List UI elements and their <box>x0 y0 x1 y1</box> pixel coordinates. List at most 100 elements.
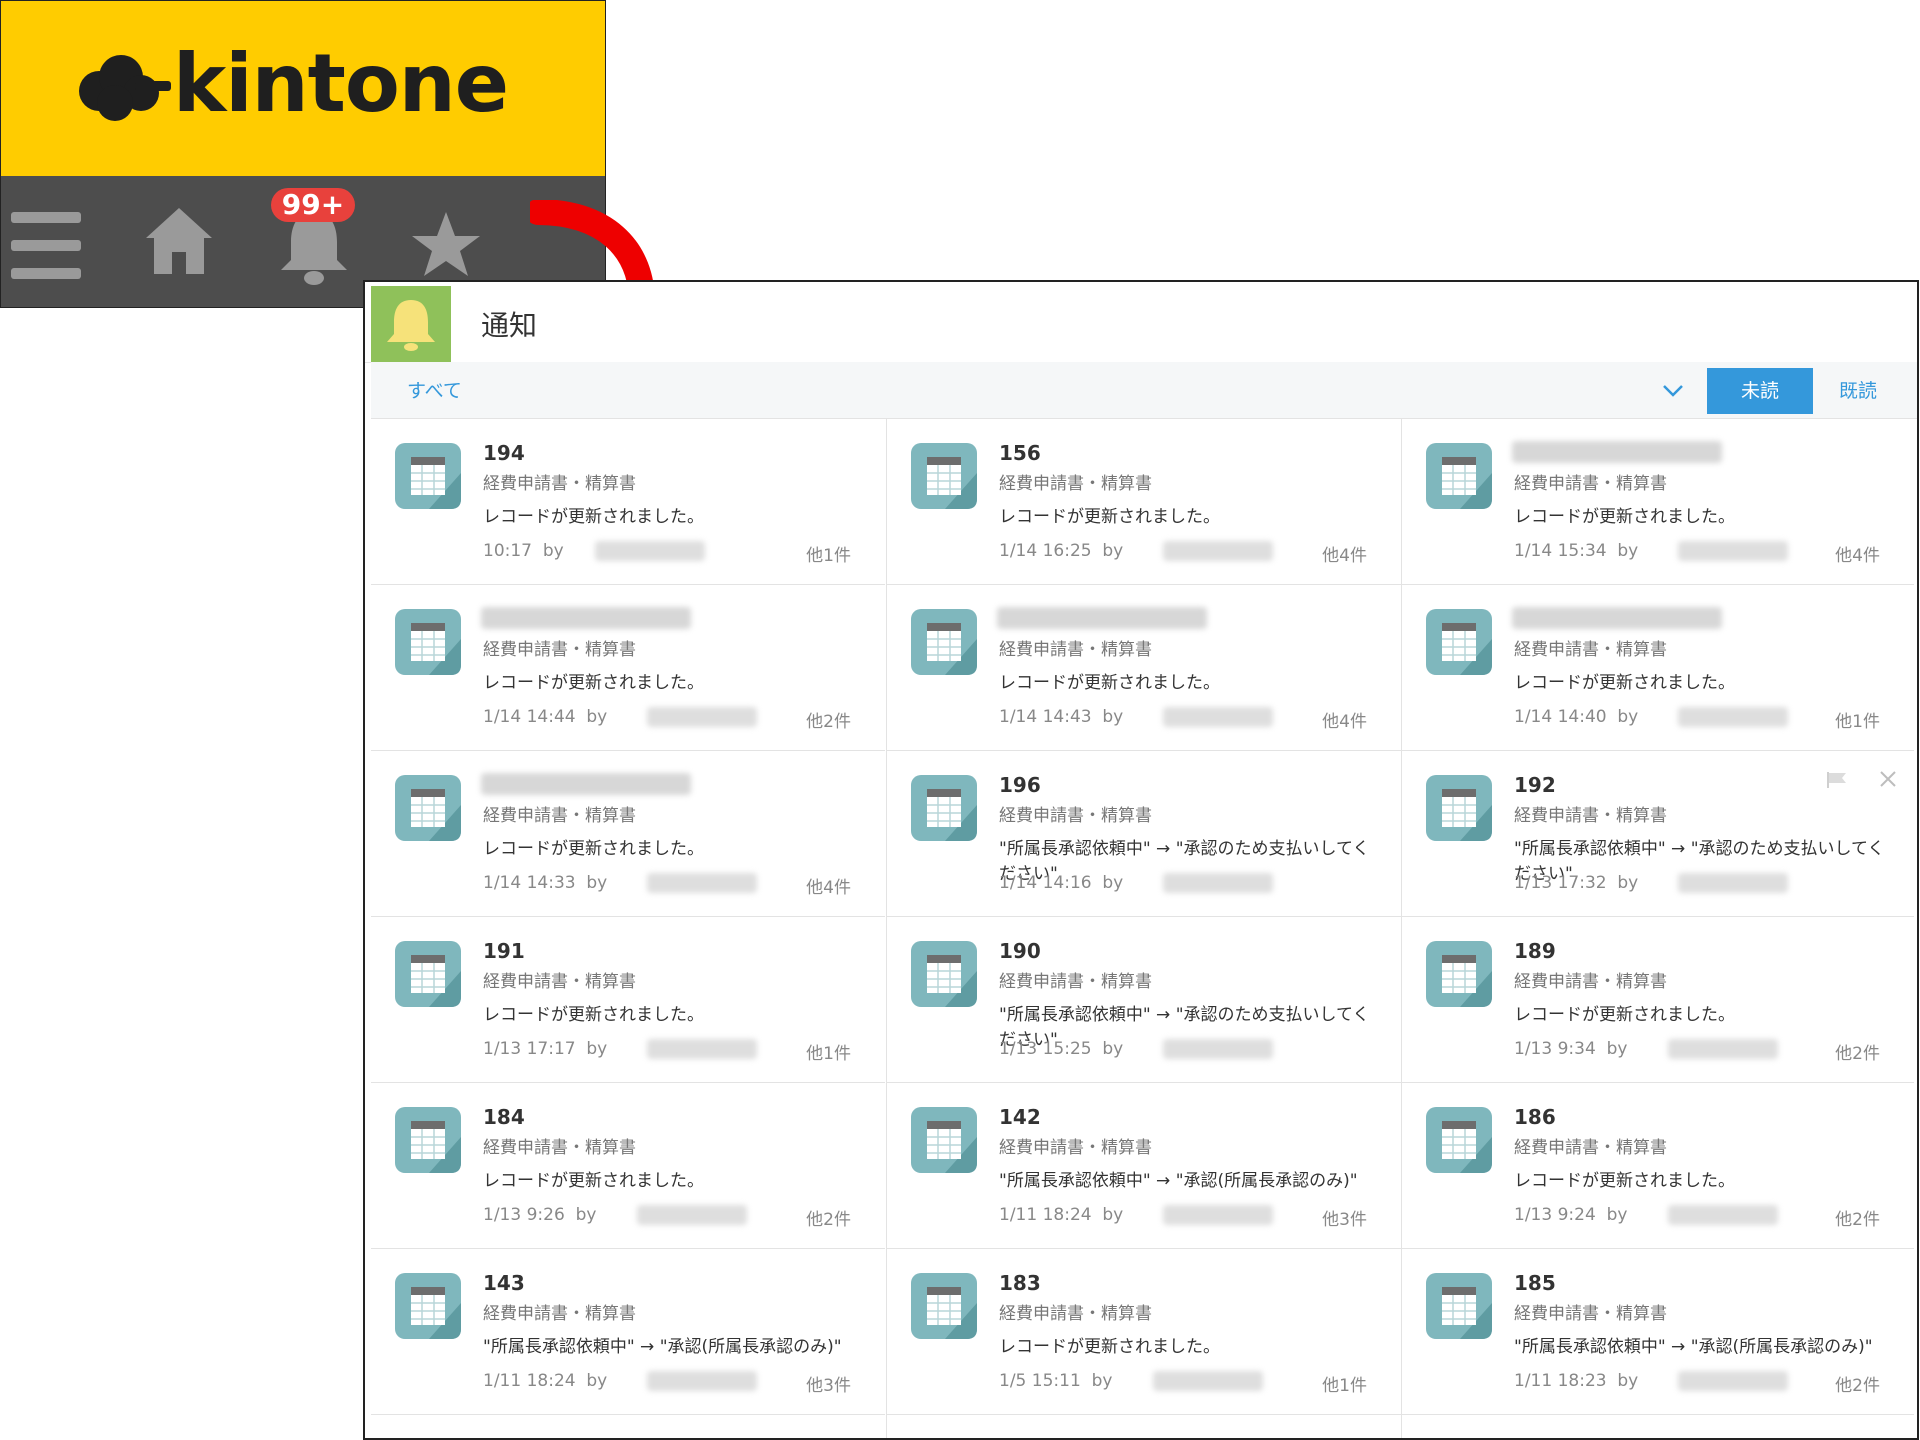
panel-header: 通知 <box>365 282 1917 363</box>
by-label: by <box>586 1039 608 1059</box>
redacted-title <box>1512 607 1722 629</box>
record-number[interactable]: 194 <box>483 441 525 465</box>
redacted-user <box>1678 1371 1788 1391</box>
logo-text: kintone <box>173 37 509 130</box>
panel-title: 通知 <box>481 309 538 342</box>
close-icon[interactable] <box>1878 769 1898 789</box>
notification-message: レコードが更新されました。 <box>483 839 704 859</box>
notification-time: 1/14 14:16 <box>999 873 1092 893</box>
notification-meta: 1/14 15:34 by <box>1514 541 1638 561</box>
notification-card[interactable]: 184 経費申請書・精算書 レコードが更新されました。 1/13 9:26 by 他2件 <box>371 1083 885 1249</box>
chevron-down-icon[interactable] <box>1661 380 1685 400</box>
app-icon <box>1426 609 1492 675</box>
redacted-title <box>1512 441 1722 463</box>
record-number[interactable]: 196 <box>999 773 1041 797</box>
notification-message: "所属長承認依頼中" → "承認(所属長承認のみ)" <box>1514 1337 1873 1357</box>
record-number[interactable]: 189 <box>1514 939 1556 963</box>
record-number[interactable]: 185 <box>1514 1271 1556 1295</box>
app-icon <box>911 775 977 841</box>
others-count[interactable]: 他4件 <box>1322 541 1367 566</box>
others-count[interactable]: 他1件 <box>1835 707 1880 732</box>
app-icon <box>395 443 461 509</box>
notification-meta: 1/14 14:43 by <box>999 707 1123 727</box>
notification-message: レコードが更新されました。 <box>999 673 1220 693</box>
notification-card[interactable]: 191 経費申請書・精算書 レコードが更新されました。 1/13 17:17 by 他1… <box>371 917 885 1083</box>
redacted-user <box>1163 873 1273 893</box>
record-number[interactable]: 186 <box>1514 1105 1556 1129</box>
notification-time: 1/14 14:33 <box>483 873 576 893</box>
notification-count-badge: 99+ <box>271 188 355 222</box>
notification-card[interactable]: 経費申請書・精算書レコードが更新されました。 1/14 14:43 by 他4件 <box>887 585 1401 751</box>
cloud-logo-icon <box>79 55 171 121</box>
notification-message: レコードが更新されました。 <box>483 673 704 693</box>
app-name: 経費申請書・精算書 <box>483 1138 636 1158</box>
redacted-user <box>1667 1205 1778 1225</box>
others-count[interactable]: 他4件 <box>1835 541 1880 566</box>
notification-card[interactable]: 185 経費申請書・精算書 "所属長承認依頼中" → "承認(所属長承認のみ)" 1/… <box>1402 1249 1914 1415</box>
notification-card[interactable]: 156 経費申請書・精算書 レコードが更新されました。 1/14 16:25 by 他4… <box>887 419 1401 585</box>
others-count[interactable]: 他4件 <box>806 873 851 898</box>
notification-card[interactable]: 143 経費申請書・精算書 "所属長承認依頼中" → "承認(所属長承認のみ)" 1/… <box>371 1249 885 1415</box>
by-label: by <box>1606 1039 1628 1059</box>
by-label: by <box>1606 1205 1628 1225</box>
home-icon[interactable] <box>144 206 214 276</box>
by-label: by <box>1102 541 1124 561</box>
notification-card[interactable]: 経費申請書・精算書 レコードが更新されました。 1/14 14:40 by 他1件 <box>1402 585 1914 751</box>
notification-column-3: 経費申請書・精算書 レコードが更新されました。 1/14 15:34 by 他4件 経費… <box>1401 419 1914 1438</box>
others-count[interactable]: 他2件 <box>1835 1371 1880 1396</box>
by-label: by <box>1617 873 1639 893</box>
notification-panel: 通知 すべて 未読 既読 194 経費申請書・精算書 レコードが更新されました。 10… <box>363 280 1919 1440</box>
notification-card[interactable]: 183 経費申請書・精算書 レコードが更新されました。 1/5 15:11 by 他1件 <box>887 1249 1401 1415</box>
notification-time: 10:17 <box>483 541 532 561</box>
notification-card[interactable]: 経費申請書・精算書レコードが更新されました。 1/14 14:33 by 他4件 <box>371 751 885 917</box>
notification-card[interactable]: 192 経費申請書・精算書 "所属長承認依頼中" → "承認のため支払いしてください… <box>1402 751 1914 917</box>
app-icon <box>1426 443 1492 509</box>
others-count[interactable]: 他1件 <box>1322 1371 1367 1396</box>
filter-all-link[interactable]: すべて <box>407 376 462 403</box>
read-button[interactable]: 既読 <box>1839 376 1877 403</box>
notification-meta: 1/14 14:40 by <box>1514 707 1638 727</box>
record-number[interactable]: 183 <box>999 1271 1041 1295</box>
notification-card[interactable]: 196 経費申請書・精算書 "所属長承認依頼中" → "承認のため支払いしてください… <box>887 751 1401 917</box>
others-count[interactable]: 他1件 <box>806 541 851 566</box>
record-number[interactable]: 184 <box>483 1105 525 1129</box>
notification-card[interactable]: 経費申請書・精算書 レコードが更新されました。 1/14 14:44 by 他2件 <box>371 585 885 751</box>
others-count[interactable]: 他4件 <box>1322 707 1367 732</box>
notification-card[interactable]: 経費申請書・精算書 レコードが更新されました。 1/14 15:34 by 他4件 <box>1402 419 1914 585</box>
app-name: 経費申請書・精算書 <box>483 1304 636 1324</box>
others-count[interactable]: 他2件 <box>806 707 851 732</box>
unread-button[interactable]: 未読 <box>1707 368 1813 414</box>
flag-icon[interactable] <box>1826 771 1848 789</box>
notification-meta: 1/13 9:24 by <box>1514 1205 1627 1225</box>
notification-card[interactable]: 189 経費申請書・精算書 レコードが更新されました。 1/13 9:34 by 他2件 <box>1402 917 1914 1083</box>
app-name: 経費申請書・精算書 <box>999 640 1152 660</box>
notification-card[interactable]: 142 経費申請書・精算書 "所属長承認依頼中" → "承認(所属長承認のみ)" 1/… <box>887 1083 1401 1249</box>
record-number[interactable]: 142 <box>999 1105 1041 1129</box>
others-count[interactable]: 他2件 <box>806 1205 851 1230</box>
notification-time: 1/14 14:43 <box>999 707 1092 727</box>
others-count[interactable]: 他3件 <box>1322 1205 1367 1230</box>
kintone-header: kintone 99+ <box>0 0 606 308</box>
record-number[interactable]: 190 <box>999 939 1041 963</box>
others-count[interactable]: 他1件 <box>806 1039 851 1064</box>
redacted-user <box>647 873 757 893</box>
star-icon[interactable] <box>411 210 481 278</box>
app-name: 経費申請書・精算書 <box>483 806 636 826</box>
by-label: by <box>586 873 608 893</box>
others-count[interactable]: 他2件 <box>1835 1039 1880 1064</box>
notification-meta: 1/13 15:25 by <box>999 1039 1123 1059</box>
filter-bar: すべて 未読 既読 <box>371 362 1917 419</box>
record-number[interactable]: 143 <box>483 1271 525 1295</box>
app-icon <box>911 1273 977 1339</box>
by-label: by <box>1102 873 1124 893</box>
notification-card[interactable]: 186 経費申請書・精算書 レコードが更新されました。 1/13 9:24 by 他2件 <box>1402 1083 1914 1249</box>
record-number[interactable]: 191 <box>483 939 525 963</box>
record-number[interactable]: 192 <box>1514 773 1556 797</box>
others-count[interactable]: 他2件 <box>1835 1205 1880 1230</box>
menu-icon[interactable] <box>11 212 81 280</box>
others-count[interactable]: 他3件 <box>806 1371 851 1396</box>
notification-message: レコードが更新されました。 <box>483 1171 704 1191</box>
notification-card[interactable]: 194 経費申請書・精算書 レコードが更新されました。 10:17 by 他1件 <box>371 419 885 585</box>
notification-card[interactable]: 190 経費申請書・精算書 "所属長承認依頼中" → "承認のため支払いしてください… <box>887 917 1401 1083</box>
record-number[interactable]: 156 <box>999 441 1041 465</box>
